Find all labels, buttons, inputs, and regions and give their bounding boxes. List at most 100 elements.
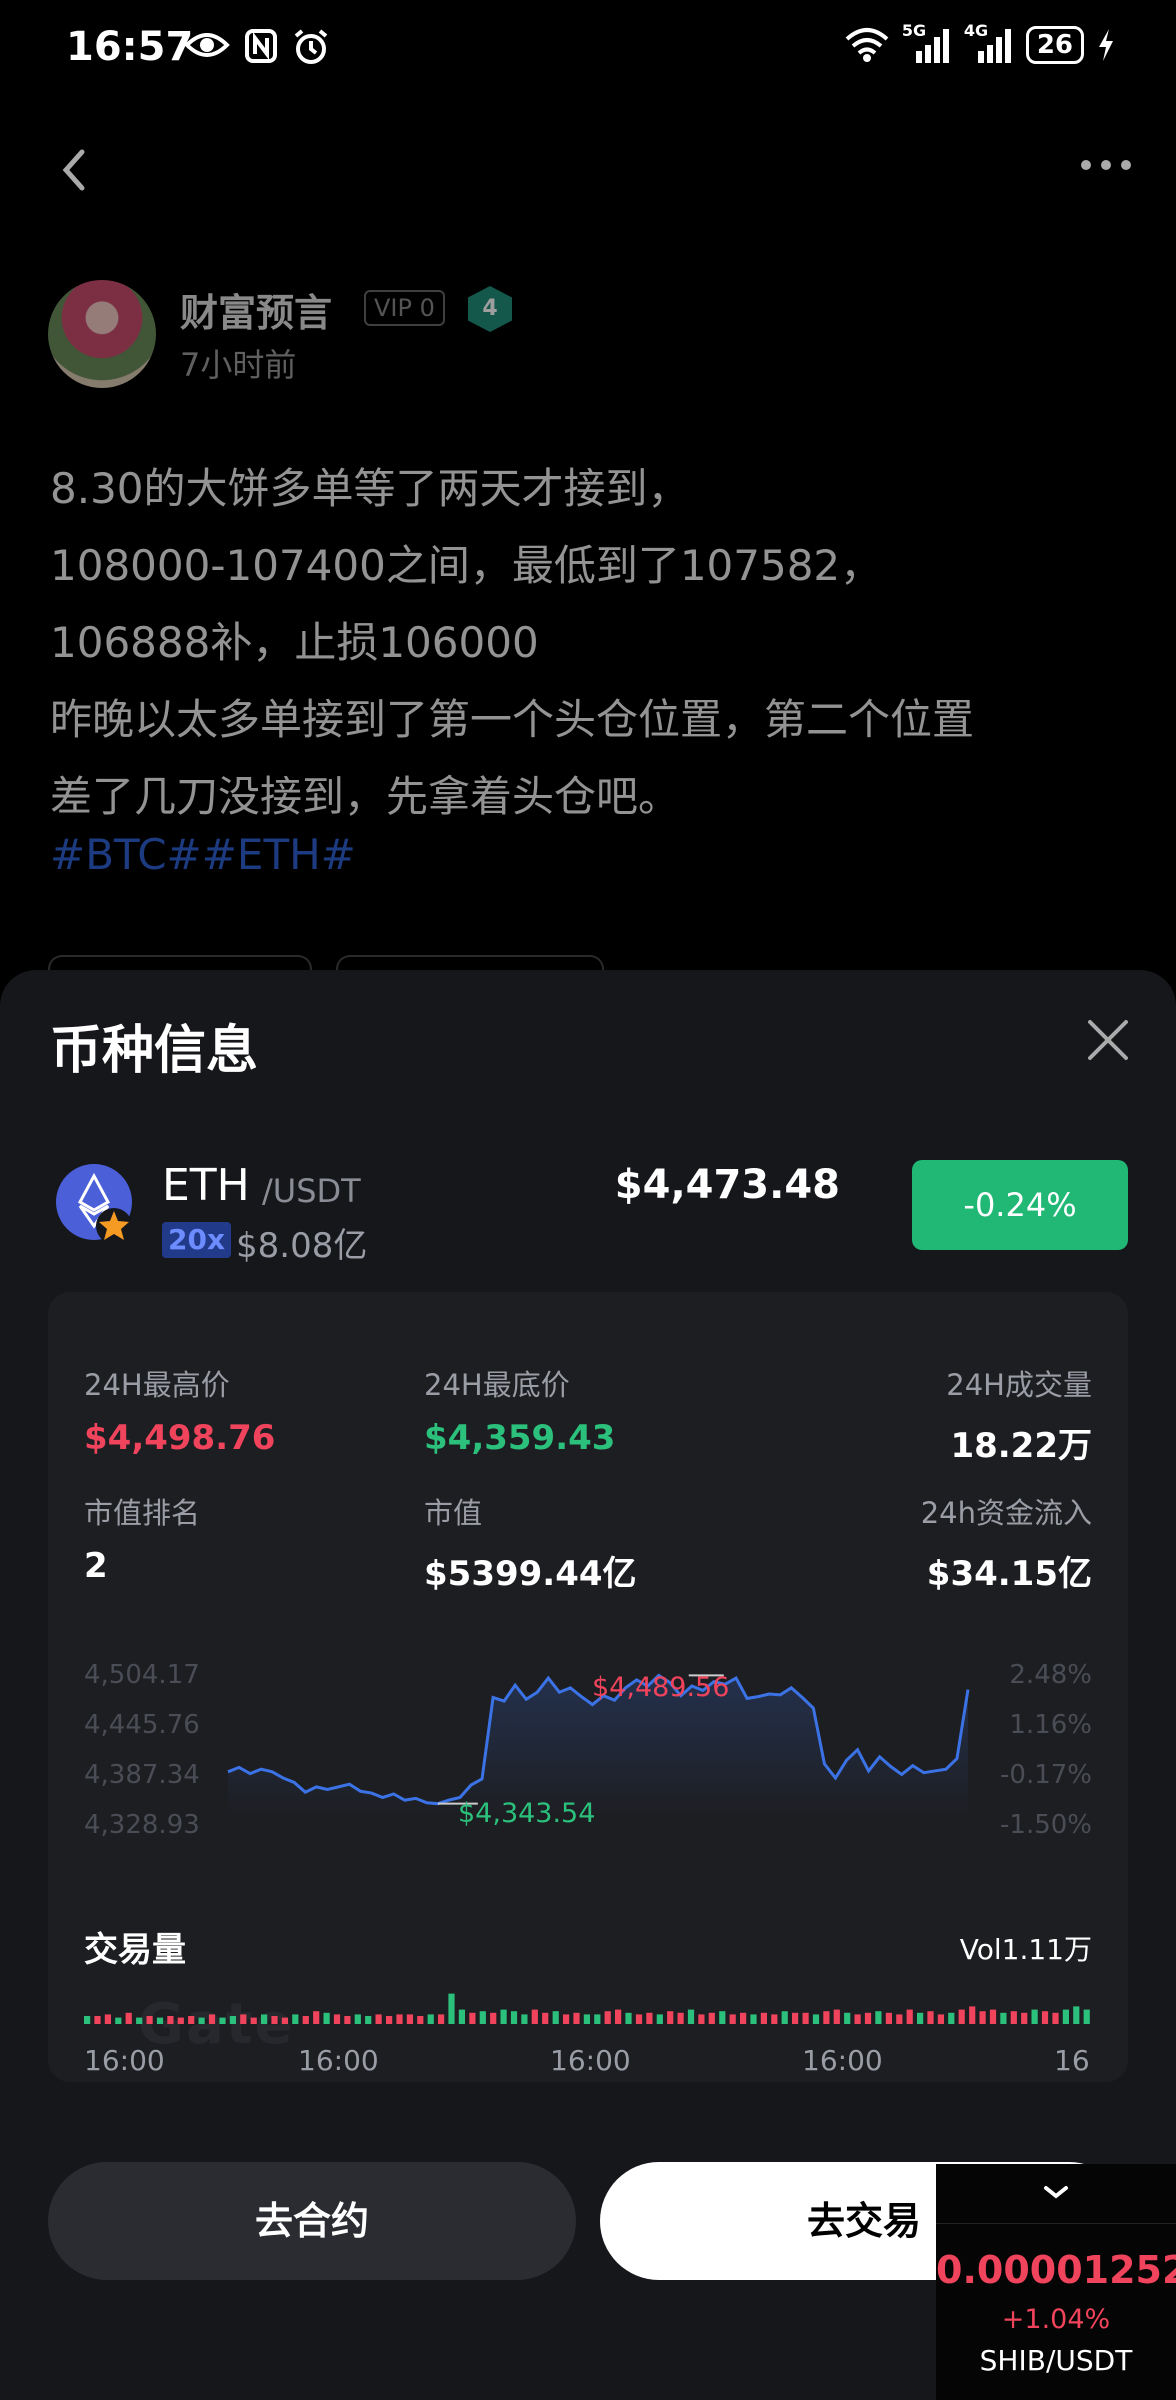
collapse-button[interactable] bbox=[936, 2164, 1176, 2224]
post-line: 差了几刀没接到，先拿着头仓吧。 bbox=[50, 772, 681, 821]
volume-bar bbox=[854, 2014, 861, 2024]
go-futures-button[interactable]: 去合约 bbox=[48, 2162, 576, 2280]
volume-bar bbox=[510, 2011, 518, 2024]
volume-bar bbox=[698, 2014, 705, 2024]
volume-bar bbox=[313, 2011, 320, 2024]
stat-value: $34.15亿 bbox=[926, 1554, 1092, 1594]
volume-bar bbox=[792, 2012, 799, 2024]
volume-bar bbox=[219, 2017, 226, 2024]
battery-level: 26 bbox=[1025, 26, 1084, 64]
status-time: 16:57 bbox=[66, 24, 194, 70]
volume-bar bbox=[136, 2017, 143, 2024]
more-options-button[interactable] bbox=[1076, 150, 1136, 180]
stat-value: $4,498.76 bbox=[84, 1418, 276, 1458]
volume-bar bbox=[573, 2012, 580, 2024]
level-badge: 4 bbox=[468, 286, 512, 332]
volume-bar bbox=[740, 2012, 747, 2024]
floating-ticker[interactable]: 0.00001252 +1.04% SHIB/USDT bbox=[936, 2164, 1176, 2400]
back-button[interactable] bbox=[54, 140, 94, 200]
volume-bar bbox=[781, 2011, 788, 2024]
post-body: 8.30的大饼多单等了两天才接到， 108000-107400之间，最低到了10… bbox=[50, 450, 1130, 835]
volume-bar bbox=[729, 2014, 736, 2024]
stat-value: 18.22万 bbox=[950, 1426, 1092, 1466]
volume-bar bbox=[771, 2014, 778, 2024]
volume-bar bbox=[812, 2014, 820, 2024]
volume-bar bbox=[458, 2009, 465, 2024]
post-line: 8.30的大饼多单等了两天才接到， bbox=[50, 464, 690, 513]
volume-bar bbox=[250, 2017, 257, 2024]
status-left-icons bbox=[184, 28, 330, 66]
x-tick: 16:00 bbox=[84, 2044, 165, 2077]
volume-bar-chart bbox=[84, 1993, 1090, 2024]
post-line: 106888补，止损106000 bbox=[50, 618, 539, 667]
stat-label: 市值排名 bbox=[84, 1496, 201, 1530]
volume-bar bbox=[719, 2011, 726, 2024]
volume-bar bbox=[1073, 2006, 1080, 2024]
volume-bar bbox=[1031, 2009, 1038, 2024]
volume-bar bbox=[687, 2009, 695, 2024]
stat-value: $4,359.43 bbox=[424, 1418, 616, 1458]
coin-row: ETH /USDT 20x $8.08亿 $4,473.48 -0.24% bbox=[0, 1160, 1176, 1270]
nfc-icon bbox=[245, 29, 277, 63]
stat-value: 2 bbox=[84, 1546, 108, 1586]
post-line: 108000-107400之间，最低到了107582， bbox=[50, 541, 883, 590]
volume-bar bbox=[604, 2011, 611, 2024]
price-line-chart[interactable] bbox=[48, 1622, 1128, 1822]
alarm-icon bbox=[294, 29, 328, 64]
price-change-badge[interactable]: -0.24% bbox=[912, 1160, 1128, 1250]
coin-price: $4,473.48 bbox=[614, 1162, 840, 1208]
coin-quote: /USDT bbox=[262, 1172, 361, 1210]
volume-bar bbox=[323, 2012, 330, 2024]
signal-4g-icon: 4G bbox=[964, 21, 1014, 63]
volume-bar bbox=[531, 2009, 538, 2024]
stat-label: 24H成交量 bbox=[946, 1368, 1092, 1402]
vip-badge: VIP 0 bbox=[364, 290, 445, 326]
volume-bar bbox=[802, 2012, 809, 2024]
stat-label: 24h资金流入 bbox=[920, 1496, 1092, 1530]
volume-bar bbox=[1062, 2009, 1069, 2024]
x-tick: 16:00 bbox=[802, 2044, 883, 2077]
more-dots-icon bbox=[1081, 160, 1131, 170]
volume-bar bbox=[625, 2012, 632, 2024]
volume-bar bbox=[708, 2012, 715, 2024]
charging-icon bbox=[1099, 29, 1113, 61]
volume-bar bbox=[302, 2016, 309, 2024]
close-icon bbox=[1088, 1020, 1128, 1060]
x-tick: 16: bbox=[1054, 2044, 1092, 2077]
volume-bar bbox=[167, 2016, 174, 2024]
volume-bar bbox=[1083, 2009, 1090, 2024]
volume-bar bbox=[552, 2011, 559, 2024]
volume-bar bbox=[188, 2016, 195, 2024]
volume-bar bbox=[292, 2014, 299, 2024]
stat-value: $5399.44亿 bbox=[424, 1554, 637, 1594]
avatar[interactable] bbox=[48, 280, 156, 388]
volume-bar bbox=[937, 2014, 944, 2024]
x-tick: 16:00 bbox=[298, 2044, 379, 2077]
volume-bar bbox=[386, 2016, 393, 2024]
leverage-badge: 20x bbox=[162, 1222, 232, 1258]
volume-bar bbox=[365, 2016, 372, 2024]
volume-bar bbox=[229, 2016, 236, 2024]
volume-bar bbox=[677, 2012, 684, 2024]
market-cap-short: $8.08亿 bbox=[236, 1226, 368, 1266]
volume-bar bbox=[1041, 2011, 1049, 2024]
favorite-star-icon[interactable] bbox=[96, 1208, 132, 1244]
volume-bar bbox=[146, 2016, 153, 2024]
volume-bar bbox=[989, 2009, 997, 2024]
volume-bar bbox=[906, 2009, 913, 2024]
volume-bar bbox=[240, 2014, 247, 2024]
volume-bar bbox=[156, 2017, 164, 2024]
close-button[interactable] bbox=[1084, 1016, 1132, 1064]
stat-label: 24H最底价 bbox=[424, 1368, 570, 1402]
author-name[interactable]: 财富预言 bbox=[180, 282, 332, 337]
stats-card: 24H最高价 $4,498.76 24H最底价 $4,359.43 24H成交量… bbox=[48, 1292, 1128, 2082]
volume-bar bbox=[344, 2016, 351, 2024]
volume-bar bbox=[563, 2014, 570, 2024]
post-time: 7小时前 bbox=[180, 346, 297, 384]
stat-market-rank: 市值排名 2 bbox=[84, 1490, 200, 1586]
volume-bar bbox=[115, 2017, 122, 2024]
post-tags[interactable]: #BTC##ETH# bbox=[50, 830, 356, 879]
volume-bar bbox=[885, 2012, 892, 2024]
volume-bar bbox=[281, 2017, 288, 2024]
volume-bar bbox=[84, 2016, 91, 2024]
